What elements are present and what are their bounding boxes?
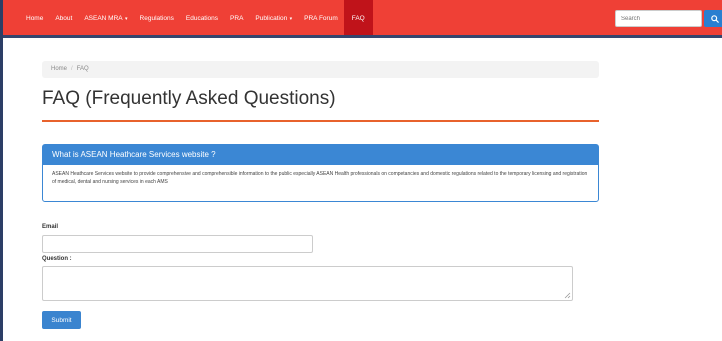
caret-down-icon: ▾ [123,16,128,22]
breadcrumb: Home / FAQ [42,61,599,78]
resize-grip-icon[interactable] [563,291,571,299]
nav-label: ASEAN MRA [84,15,123,22]
submit-button[interactable]: Submit [42,311,81,329]
nav-menu: Home About ASEAN MRA ▾ Regulations Educa… [20,0,373,35]
nav-item-asean-mra[interactable]: ASEAN MRA ▾ [78,0,133,35]
breadcrumb-home-link[interactable]: Home [51,66,67,72]
faq-panel: What is ASEAN Heathcare Services website… [42,144,599,202]
nav-label: Publication [255,15,288,22]
nav-label: PRA Forum [304,15,338,22]
search-icon [711,14,719,23]
nav-label: About [55,15,73,22]
search-input[interactable] [615,10,702,27]
breadcrumb-separator: / [71,66,73,72]
nav-item-faq[interactable]: FAQ [343,0,373,35]
question-field[interactable] [42,266,573,301]
nav-item-pra-forum[interactable]: PRA Forum [298,0,344,35]
title-divider [42,120,599,122]
email-label: Email [42,224,59,230]
faq-answer: ASEAN Heathcare Services website to prov… [52,171,588,185]
nav-item-educations[interactable]: Educations [180,0,224,35]
nav-item-about[interactable]: About [49,0,78,35]
nav-label: FAQ [351,15,365,22]
nav-item-publication[interactable]: Publication ▾ [249,0,298,35]
nav-item-home[interactable]: Home [20,0,49,35]
caret-down-icon: ▾ [288,16,293,22]
search-button[interactable] [704,10,722,27]
breadcrumb-current: FAQ [76,66,89,72]
nav-item-pra[interactable]: PRA [224,0,249,35]
nav-label: PRA [230,15,244,22]
nav-label: Regulations [139,15,174,22]
faq-question[interactable]: What is ASEAN Heathcare Services website… [43,145,598,165]
nav-label: Home [26,15,44,22]
nav-item-regulations[interactable]: Regulations [134,0,180,35]
window-left-edge [0,0,3,341]
email-field[interactable] [42,235,313,253]
navbar-underline [3,35,722,38]
question-label: Question : [42,256,72,262]
nav-label: Educations [185,15,219,22]
page-title: FAQ (Frequently Asked Questions) [42,88,336,109]
